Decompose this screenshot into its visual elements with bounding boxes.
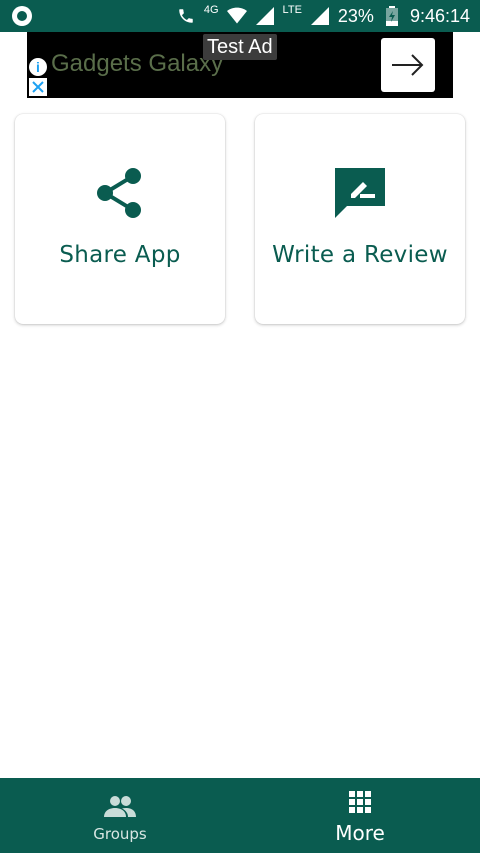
write-review-label: Write a Review <box>272 242 448 268</box>
share-icon <box>15 166 225 220</box>
wifi-icon <box>226 6 247 26</box>
write-review-card[interactable]: Write a Review <box>255 114 465 324</box>
nav-item-more[interactable]: More <box>240 778 480 853</box>
ad-open-button[interactable] <box>381 38 435 92</box>
notification-icon <box>12 6 32 26</box>
share-app-label: Share App <box>59 242 181 268</box>
bottom-nav: Groups More <box>0 778 480 853</box>
ad-info-icon[interactable]: i <box>29 58 47 76</box>
nav-label-more: More <box>335 821 385 845</box>
clock: 9:46:14 <box>409 5 470 26</box>
test-ad-label: Test Ad <box>203 34 277 60</box>
network-type-label: 4G <box>203 4 219 16</box>
ad-title[interactable]: Gadgets Galaxy <box>51 50 223 78</box>
nav-item-groups[interactable]: Groups <box>0 778 240 853</box>
wifi-calling-icon <box>176 6 196 26</box>
ad-banner[interactable]: Gadgets Galaxy Test Ad i <box>27 32 453 98</box>
lte-label: LTE <box>282 4 302 16</box>
signal-lte-icon <box>310 6 330 26</box>
rate-review-icon <box>255 166 465 220</box>
groups-icon <box>0 795 240 817</box>
battery-charging-icon <box>382 6 402 26</box>
battery-percent: 23% <box>337 5 374 26</box>
arrow-right-icon <box>392 54 424 76</box>
app-screen: 4G LTE 23% 9:46:14 Gadgets Galaxy Test A… <box>0 0 480 853</box>
share-app-card[interactable]: Share App <box>15 114 225 324</box>
signal-icon <box>255 6 275 26</box>
status-icons: 4G LTE 23% 9:46:14 <box>176 0 470 32</box>
nav-label-groups: Groups <box>93 825 147 843</box>
ad-close-icon[interactable] <box>29 78 47 96</box>
grid-icon <box>240 790 480 814</box>
status-bar: 4G LTE 23% 9:46:14 <box>0 0 480 32</box>
